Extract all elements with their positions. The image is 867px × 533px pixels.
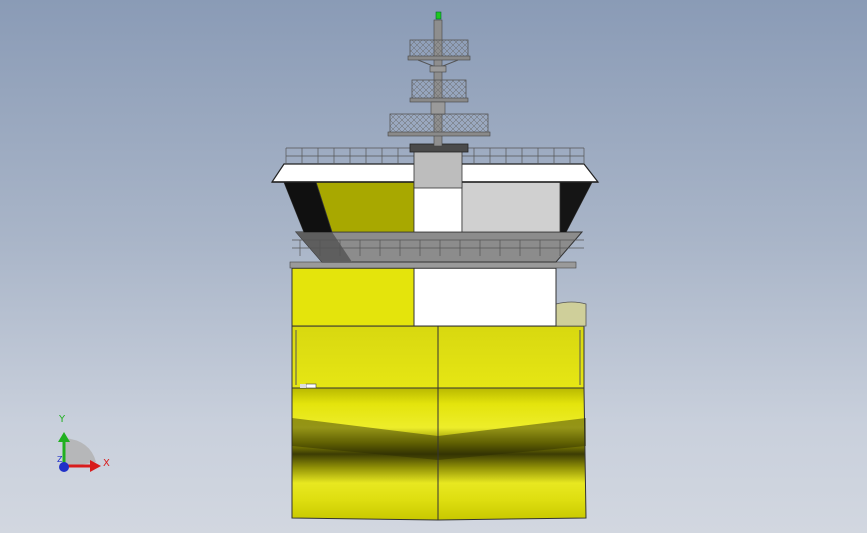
deckhouse-yellow-panel — [291, 267, 415, 327]
triad-x-label: X — [103, 458, 110, 469]
mast-top-light — [435, 11, 442, 20]
wheelhouse[interactable] — [270, 143, 600, 263]
hull[interactable] — [291, 325, 587, 521]
wheelhouse-grey-window — [461, 181, 561, 233]
mast[interactable] — [387, 11, 491, 147]
mast-platform-middle — [409, 79, 469, 115]
wheelhouse-yellow-window — [315, 181, 415, 233]
cad-viewport[interactable]: Y X Z — [0, 0, 867, 533]
deckhouse-white-panel — [413, 267, 557, 327]
trunk-grey — [413, 149, 463, 189]
coordinate-triad[interactable] — [58, 432, 101, 472]
mast-platform-lower — [387, 113, 491, 137]
deckhouse[interactable] — [289, 261, 577, 327]
triad-z-label: Z — [57, 455, 63, 464]
triad-y-label: Y — [59, 414, 66, 425]
wheelhouse-white-core — [413, 181, 463, 233]
ship-model-front-view[interactable] — [0, 0, 867, 533]
mast-platform-upper — [407, 39, 471, 73]
